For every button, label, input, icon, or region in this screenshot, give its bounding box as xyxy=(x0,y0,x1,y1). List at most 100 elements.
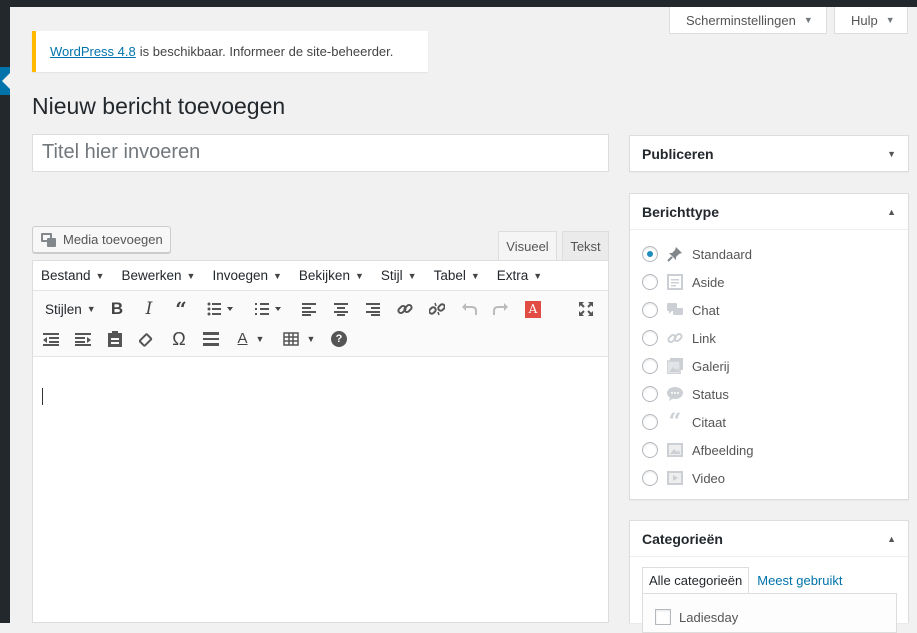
fullscreen-icon xyxy=(579,302,593,316)
redo-button[interactable] xyxy=(485,295,517,323)
caret-up-icon[interactable]: ▲ xyxy=(887,534,896,544)
editor-content-area[interactable] xyxy=(33,358,608,622)
radio-button[interactable] xyxy=(642,302,658,318)
menu-edit[interactable]: Bewerken ▼ xyxy=(121,268,195,283)
outdent-icon xyxy=(43,332,59,346)
tab-most-used[interactable]: Meest gebruikt xyxy=(749,567,848,594)
publish-title: Publiceren xyxy=(642,146,714,162)
format-option-label: Status xyxy=(692,386,729,402)
radio-button[interactable] xyxy=(642,470,658,486)
admin-menu xyxy=(0,7,10,623)
format-option-chat[interactable]: Chat xyxy=(642,296,896,324)
outdent-button[interactable] xyxy=(35,325,67,353)
format-option-aside[interactable]: Aside xyxy=(642,268,896,296)
help-tab[interactable]: Hulp ▼ xyxy=(834,7,908,34)
categories-panel: Ladiesday xyxy=(642,593,897,633)
format-option-gallery[interactable]: Galerij xyxy=(642,352,896,380)
radio-button[interactable] xyxy=(642,246,658,262)
numbered-list-icon xyxy=(255,303,281,315)
table-button[interactable]: ▼ xyxy=(275,325,323,353)
post-title-input[interactable]: Titel hier invoeren xyxy=(32,134,609,172)
categories-box: Categorieën ▲ Alle categorieën Meest geb… xyxy=(629,520,909,633)
advanced-toolbar-button[interactable]: A xyxy=(517,295,549,323)
bullet-list-icon xyxy=(207,302,233,316)
menu-edit-label: Bewerken xyxy=(121,268,182,283)
format-option-status[interactable]: Status xyxy=(642,380,896,408)
paste-text-button[interactable] xyxy=(99,325,131,353)
fullscreen-button[interactable] xyxy=(570,295,602,323)
gallery-icon xyxy=(666,357,684,375)
text-cursor xyxy=(42,388,43,405)
text-color-button[interactable]: A ▼ xyxy=(227,325,275,353)
align-center-button[interactable] xyxy=(325,295,357,323)
format-option-standard[interactable]: Standaard xyxy=(642,240,896,268)
styles-label: Stijlen xyxy=(45,301,82,317)
align-right-button[interactable] xyxy=(357,295,389,323)
tab-visual[interactable]: Visueel xyxy=(498,231,557,260)
table-icon xyxy=(282,332,299,346)
caret-down-icon[interactable]: ▼ xyxy=(887,149,896,159)
format-option-video[interactable]: Video xyxy=(642,464,896,492)
menu-table-label: Tabel xyxy=(433,268,466,283)
align-right-icon xyxy=(366,302,380,316)
radio-button[interactable] xyxy=(642,386,658,402)
radio-button[interactable] xyxy=(642,358,658,374)
styles-dropdown[interactable]: Stijlen ▼ xyxy=(33,295,101,323)
menu-tools[interactable]: Extra ▼ xyxy=(497,268,542,283)
format-option-quote[interactable]: “ Citaat xyxy=(642,408,896,436)
menu-table[interactable]: Tabel ▼ xyxy=(434,268,480,283)
post-format-box: Berichttype ▲ Standaard Aside Chat Link … xyxy=(629,193,909,500)
publish-box-header[interactable]: Publiceren ▼ xyxy=(630,136,908,172)
bullet-list-button[interactable] xyxy=(197,295,245,323)
categories-title: Categorieën xyxy=(642,530,723,547)
italic-button[interactable]: I xyxy=(133,295,165,323)
add-media-button[interactable]: Media toevoegen xyxy=(32,226,171,253)
update-link[interactable]: WordPress 4.8 xyxy=(50,44,136,59)
menu-file-label: Bestand xyxy=(41,268,91,283)
insert-link-button[interactable] xyxy=(389,295,421,323)
categories-box-header[interactable]: Categorieën ▲ xyxy=(630,521,908,557)
undo-button[interactable] xyxy=(453,295,485,323)
media-icon xyxy=(41,232,57,247)
caret-down-icon: ▼ xyxy=(306,334,316,344)
screen-options-tab[interactable]: Scherminstellingen ▼ xyxy=(669,7,827,34)
menu-insert[interactable]: Invoegen ▼ xyxy=(212,268,281,283)
tab-text[interactable]: Tekst xyxy=(562,231,609,260)
post-editor: Bestand ▼ Bewerken ▼ Invoegen ▼ Bekijken ▼ S… xyxy=(32,260,609,623)
post-format-title: Berichttype xyxy=(642,203,720,220)
redo-icon xyxy=(493,303,508,315)
menu-style[interactable]: Stijl ▼ xyxy=(381,268,417,283)
eraser-icon xyxy=(139,333,153,347)
special-character-button[interactable]: Ω xyxy=(163,325,195,353)
clear-formatting-button[interactable] xyxy=(131,325,163,353)
radio-button[interactable] xyxy=(642,414,658,430)
categories-tabs: Alle categorieën Meest gebruikt xyxy=(642,567,849,594)
blockquote-button[interactable]: “ xyxy=(165,295,197,323)
caret-up-icon[interactable]: ▲ xyxy=(887,207,896,217)
caret-down-icon: ▼ xyxy=(273,270,282,281)
format-option-link[interactable]: Link xyxy=(642,324,896,352)
caret-down-icon: ▼ xyxy=(407,270,417,281)
horizontal-line-button[interactable] xyxy=(195,325,227,353)
tab-all-categories[interactable]: Alle categorieën xyxy=(642,567,750,594)
numbered-list-button[interactable] xyxy=(245,295,293,323)
bold-button[interactable]: B xyxy=(101,295,133,323)
post-format-box-header[interactable]: Berichttype ▲ xyxy=(630,194,908,230)
align-left-button[interactable] xyxy=(293,295,325,323)
menu-file[interactable]: Bestand ▼ xyxy=(41,268,104,283)
radio-button[interactable] xyxy=(642,442,658,458)
menu-view[interactable]: Bekijken ▼ xyxy=(299,268,364,283)
format-option-label: Aside xyxy=(692,274,725,290)
caret-down-icon: ▼ xyxy=(255,334,265,344)
indent-button[interactable] xyxy=(67,325,99,353)
current-menu-arrow xyxy=(2,73,10,89)
remove-link-button[interactable] xyxy=(421,295,453,323)
menu-tools-label: Extra xyxy=(496,268,529,283)
keyboard-shortcuts-button[interactable]: ? xyxy=(323,325,355,353)
radio-button[interactable] xyxy=(642,330,658,346)
publish-box: Publiceren ▼ xyxy=(629,135,909,172)
format-option-image[interactable]: Afbeelding xyxy=(642,436,896,464)
format-option-label: Afbeelding xyxy=(692,442,754,458)
toolbar-row-2: Ω A ▼ ▼ ? xyxy=(33,324,355,354)
radio-button[interactable] xyxy=(642,274,658,290)
